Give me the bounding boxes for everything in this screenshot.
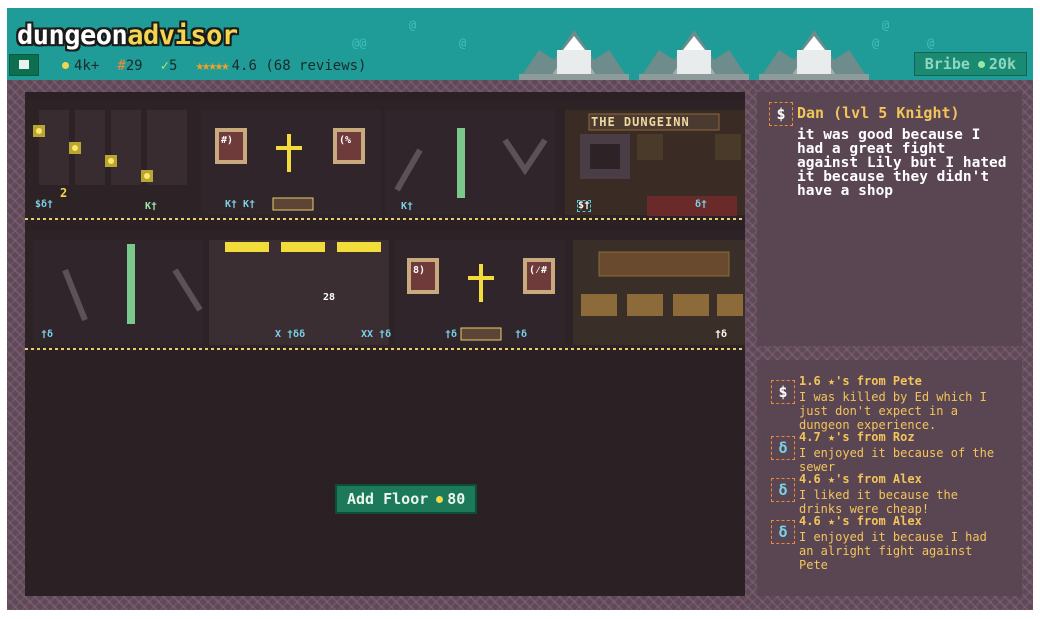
dungeon-floor-1: THE DUNGEINN 2 $δ† K† K† K† K† $† δ† #) … [25,100,745,220]
painting-icon: 8) [413,265,426,276]
dungeon-floor-2: 28 †δ X †δδ XX †δ †δ †δ †δ 8) (⁄# [25,230,745,350]
decor-at-icon: @ [882,18,890,32]
review-text: I enjoyed it because I had an alright fi… [799,530,987,572]
floor-line [25,218,745,220]
adventurer-sprite[interactable]: †δ [41,330,53,340]
add-floor-button[interactable]: Add Floor 80 [335,484,478,514]
painting-icon: (⁄# [529,265,548,276]
adventurer-sprite[interactable]: †δ [515,330,527,340]
review-header: 4.6 ★'s from Alex [799,472,922,486]
review-text: I was killed by Ed which I just don't ex… [799,390,987,432]
featured-review-panel: $ Dan (lvl 5 Knight) it was good because… [757,92,1022,346]
decor-at-icon: @@ [352,36,367,50]
hash-icon: # [117,58,126,74]
review-header: 1.6 ★'s from Pete [799,374,922,388]
reviewer-avatar-icon: $ [769,102,793,126]
rooms-stat: #29 [117,58,143,74]
top-bar: dungeonadvisor @@ @ @ @ @ @ 4k+ #29 ✓5 ★… [7,8,1033,80]
reviewer-avatar-icon: $ [771,380,795,404]
reviewer-avatar-icon: δ [771,478,795,502]
adventurer-sprite[interactable]: †δ [445,330,457,340]
dungeon-stats: 4k+ #29 ✓5 ★★★★★ 4.6 (68 reviews) [62,58,366,74]
checks-stat: ✓5 [160,58,178,74]
coin-icon [436,496,444,503]
reviewer-avatar-icon: δ [771,520,795,544]
rating-stars-icon: ★★★★★ [195,58,229,74]
mountain-icon [759,30,869,80]
adventurer-sprite[interactable]: †δ [715,330,727,340]
kill-count: 28 [323,292,336,303]
adventurer-sprite[interactable]: K† K† [225,200,255,210]
bribe-button[interactable]: Bribe 20k [913,52,1027,76]
mountain-icon [639,30,749,80]
coin-icon [62,62,69,69]
adventurer-sprite[interactable]: $δ† [35,200,53,210]
adventurer-sprite[interactable]: K† [401,202,413,212]
adventurer-sprite[interactable]: K† [145,202,157,212]
decor-at-icon: @ [927,36,935,50]
decor-at-icon: @ [409,18,417,32]
decor-at-icon: @ [872,36,880,50]
adventurer-sprite[interactable]: δ† [695,200,707,210]
review-list-panel: $ 1.6 ★'s from Pete I was killed by Ed w… [757,360,1022,596]
rating-stat: ★★★★★ 4.6 (68 reviews) [195,58,367,74]
decor-at-icon: @ [459,36,467,50]
adventurer-sprite[interactable]: XX †δ [361,330,391,340]
review-header: 4.6 ★'s from Alex [799,514,922,528]
mountain-icon [519,30,629,80]
review-text: it was good because I had a great fight … [797,127,1007,199]
gold-stat: 4k+ [62,58,99,74]
adventurer-sprite[interactable]: X †δδ [275,330,305,340]
game-frame: dungeonadvisor @@ @ @ @ @ @ 4k+ #29 ✓5 ★… [7,8,1033,610]
coin-icon [977,61,985,68]
review-text: I liked it because the drinks were cheap… [799,488,958,516]
tavern-sign: THE DUNGEINN [591,115,690,129]
review-header: 4.7 ★'s from Roz [799,430,915,444]
reviewer-name: Dan (lvl 5 Knight) [797,104,960,122]
party-count: 2 [60,186,68,200]
selected-adventurer-sprite[interactable]: $† [577,200,592,212]
check-icon: ✓ [160,58,170,74]
painting-icon: #) [221,135,234,146]
reviewer-avatar-icon: δ [771,436,795,460]
review-text: I enjoyed it because of the sewer [799,446,995,474]
game-logo: dungeonadvisor [17,20,238,51]
painting-icon: (% [339,135,352,146]
floor-line [25,348,745,350]
square-icon [19,60,29,69]
dungeon-view[interactable]: THE DUNGEINN 2 $δ† K† K† K† K† $† δ† #) … [25,92,745,596]
menu-button[interactable] [9,54,39,76]
